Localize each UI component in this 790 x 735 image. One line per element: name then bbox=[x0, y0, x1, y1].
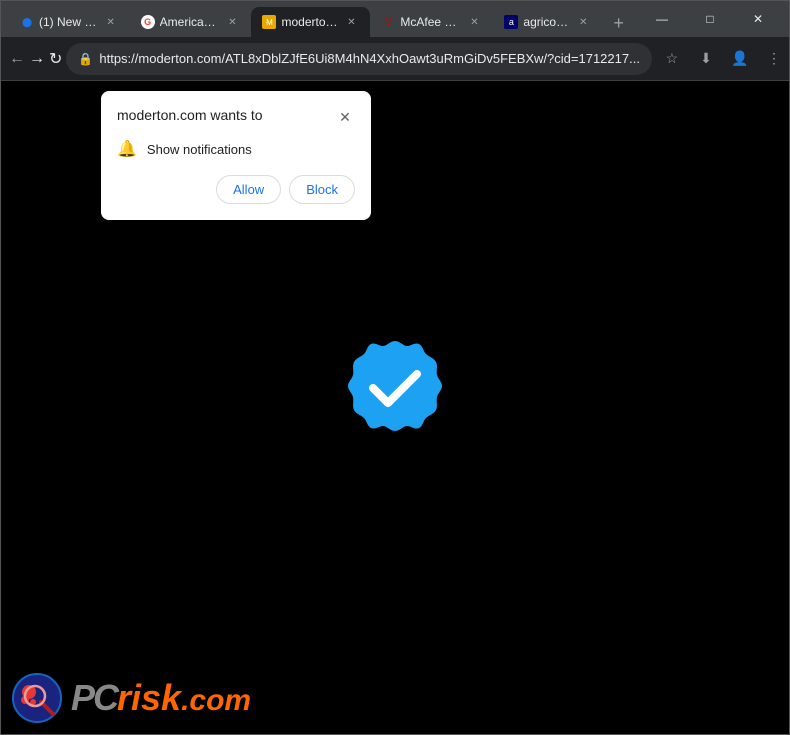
url-text: https://moderton.com/ATL8xDblZJfE6Ui8M4h… bbox=[99, 51, 640, 66]
tab-2-title: American G... bbox=[160, 15, 220, 29]
lock-icon: 🔒 bbox=[78, 52, 93, 66]
pc-text: PC bbox=[71, 677, 117, 719]
window-controls: — □ ✕ bbox=[639, 1, 781, 37]
pcrisk-logo-icon bbox=[11, 672, 63, 724]
tab-5[interactable]: a agricole 10 ✕ bbox=[493, 7, 602, 37]
download-button[interactable]: ⬇ bbox=[690, 43, 722, 75]
address-bar[interactable]: 🔒 https://moderton.com/ATL8xDblZJfE6Ui8M… bbox=[66, 43, 652, 75]
menu-button[interactable]: ⋮ bbox=[758, 43, 790, 75]
profile-button[interactable]: 👤 bbox=[724, 43, 756, 75]
back-button[interactable]: ← bbox=[9, 43, 25, 75]
tab-5-title: agricole 10 bbox=[523, 15, 570, 29]
tab-4[interactable]: M McAfee Sec... ✕ bbox=[370, 7, 493, 37]
notification-label: Show notifications bbox=[147, 142, 252, 157]
tab-1-close[interactable]: ✕ bbox=[103, 14, 119, 30]
pcrisk-text-container: PC risk .com bbox=[71, 677, 251, 719]
tab-1[interactable]: ⬤ (1) New Me... ✕ bbox=[9, 7, 130, 37]
close-button[interactable]: ✕ bbox=[735, 1, 781, 37]
block-button[interactable]: Block bbox=[289, 175, 355, 204]
tabs-area: ⬤ (1) New Me... ✕ G American G... ✕ M mo… bbox=[9, 1, 631, 37]
risk-text: risk bbox=[117, 677, 181, 719]
allow-button[interactable]: Allow bbox=[216, 175, 281, 204]
minimize-button[interactable]: — bbox=[639, 1, 685, 37]
toolbar-icons: ☆ ⬇ 👤 ⋮ bbox=[656, 43, 790, 75]
title-bar: ⬤ (1) New Me... ✕ G American G... ✕ M mo… bbox=[1, 1, 789, 37]
notification-popup: moderton.com wants to ✕ 🔔 Show notificat… bbox=[101, 91, 371, 220]
tab-5-favicon: a bbox=[504, 15, 518, 29]
verified-badge-icon bbox=[335, 336, 455, 456]
reload-button[interactable]: ↻ bbox=[49, 43, 62, 75]
new-tab-button[interactable]: + bbox=[606, 9, 631, 37]
tab-1-favicon: ⬤ bbox=[20, 15, 34, 29]
popup-close-button[interactable]: ✕ bbox=[335, 107, 355, 127]
bookmark-button[interactable]: ☆ bbox=[656, 43, 688, 75]
tab-5-close[interactable]: ✕ bbox=[575, 14, 591, 30]
popup-header: moderton.com wants to ✕ bbox=[117, 107, 355, 127]
tab-2-favicon: G bbox=[141, 15, 155, 29]
tab-3-favicon: M bbox=[262, 15, 276, 29]
page-content: moderton.com wants to ✕ 🔔 Show notificat… bbox=[1, 81, 789, 734]
tab-4-favicon: M bbox=[381, 15, 395, 29]
bell-icon: 🔔 bbox=[117, 139, 137, 159]
tab-3[interactable]: M moderton.c... ✕ bbox=[251, 7, 370, 37]
popup-title: moderton.com wants to bbox=[117, 107, 263, 123]
tab-3-close[interactable]: ✕ bbox=[343, 14, 359, 30]
popup-notification-row: 🔔 Show notifications bbox=[117, 139, 355, 159]
maximize-button[interactable]: □ bbox=[687, 1, 733, 37]
tab-4-close[interactable]: ✕ bbox=[466, 14, 482, 30]
tab-4-title: McAfee Sec... bbox=[400, 15, 461, 29]
tab-1-title: (1) New Me... bbox=[39, 15, 98, 29]
com-text: .com bbox=[181, 684, 251, 718]
popup-buttons: Allow Block bbox=[117, 175, 355, 204]
forward-button[interactable]: → bbox=[29, 43, 45, 75]
tab-2[interactable]: G American G... ✕ bbox=[130, 7, 252, 37]
verified-badge-container bbox=[335, 336, 455, 456]
toolbar: ← → ↻ 🔒 https://moderton.com/ATL8xDblZJf… bbox=[1, 37, 789, 81]
tab-2-close[interactable]: ✕ bbox=[224, 14, 240, 30]
tab-3-title: moderton.c... bbox=[281, 15, 338, 29]
pcrisk-watermark: PC risk .com bbox=[11, 672, 251, 724]
browser-window: ⬤ (1) New Me... ✕ G American G... ✕ M mo… bbox=[0, 0, 790, 735]
